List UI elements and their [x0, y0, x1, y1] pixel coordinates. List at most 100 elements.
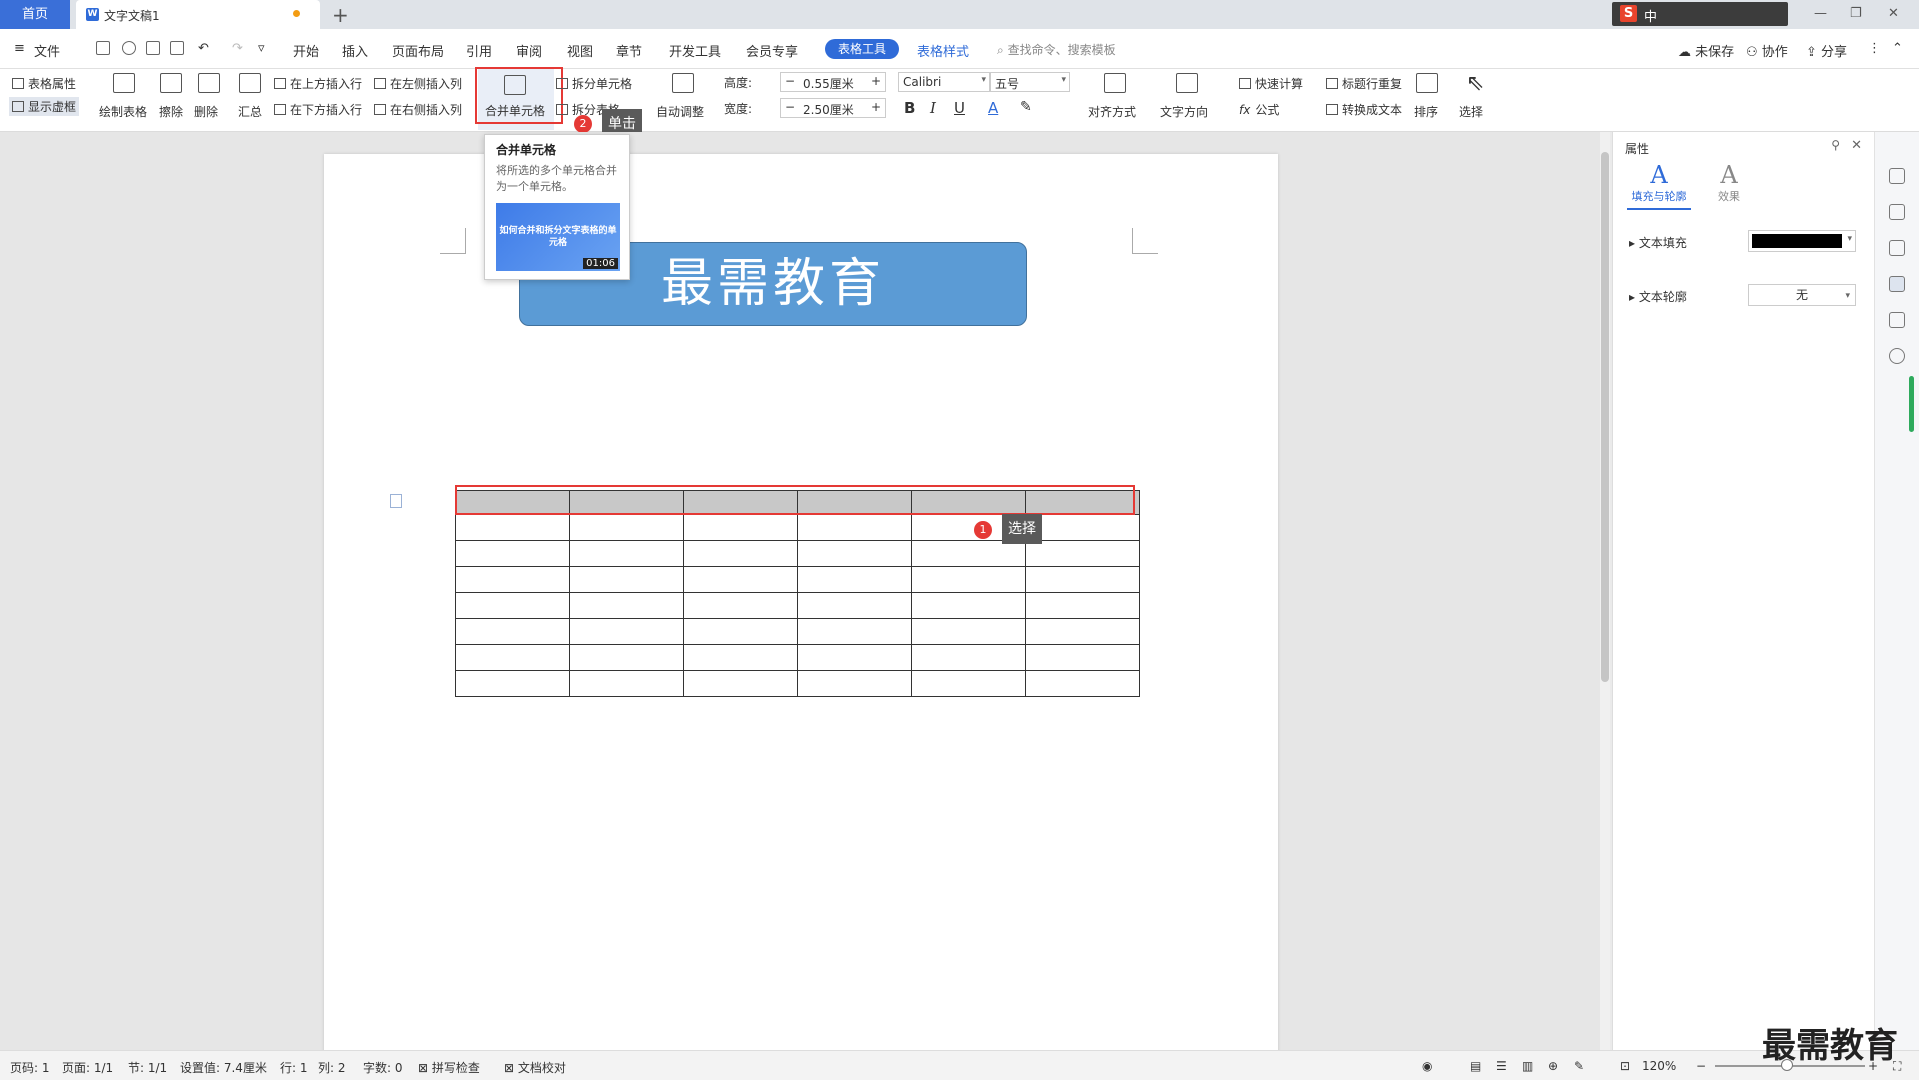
zoom-out-icon[interactable]: −: [1696, 1059, 1706, 1073]
print-preview-icon[interactable]: [170, 41, 184, 55]
formula-button[interactable]: fx 公式: [1239, 101, 1279, 118]
insert-row-below-button[interactable]: 在下方插入行: [274, 101, 362, 118]
format-painter-icon[interactable]: [122, 41, 136, 55]
highlight-color-icon[interactable]: ✎: [1020, 99, 1032, 115]
tutorial-video-thumbnail[interactable]: 如何合并和拆分文字表格的单元格 01:06: [496, 203, 620, 271]
menu-view[interactable]: 视图: [567, 41, 593, 60]
italic-icon[interactable]: I: [930, 99, 936, 117]
menu-developer[interactable]: 开发工具: [669, 41, 721, 60]
select-button[interactable]: 选择: [1459, 103, 1483, 120]
insert-col-right-button[interactable]: 在右侧插入列: [374, 101, 462, 118]
split-cells-button[interactable]: 拆分单元格: [556, 75, 632, 92]
text-fill-row[interactable]: ▸ 文本填充: [1629, 234, 1687, 251]
erase-button[interactable]: 擦除: [159, 103, 183, 120]
write-mode-icon[interactable]: ✎: [1574, 1059, 1584, 1073]
print-icon[interactable]: [146, 41, 160, 55]
delete-button[interactable]: 删除: [194, 103, 218, 120]
more-options-icon[interactable]: ⋮: [1868, 41, 1881, 56]
tab-table-style[interactable]: 表格样式: [917, 41, 969, 60]
page-view-icon[interactable]: ▤: [1470, 1059, 1481, 1073]
menu-references[interactable]: 引用: [466, 41, 492, 60]
save-icon[interactable]: [96, 41, 110, 55]
properties-header[interactable]: 属性: [1625, 140, 1649, 157]
rocket-icon[interactable]: [1889, 168, 1905, 184]
menu-insert[interactable]: 插入: [342, 41, 368, 60]
tab-table-tools[interactable]: 表格工具: [825, 39, 899, 59]
status-word-count[interactable]: 字数: 0: [363, 1059, 403, 1076]
ime-toolbar[interactable]: S 中: [1612, 2, 1788, 26]
help-icon[interactable]: [1889, 348, 1905, 364]
reading-view-icon[interactable]: ▥: [1522, 1059, 1533, 1073]
tab-document[interactable]: W 文字文稿1: [76, 0, 320, 29]
fit-page-icon[interactable]: ⊡: [1620, 1059, 1630, 1073]
redo-icon[interactable]: ↷: [232, 41, 243, 56]
tab-home[interactable]: 首页: [0, 0, 70, 29]
repeat-header-button[interactable]: 标题行重复: [1326, 75, 1402, 92]
width-decrease-button[interactable]: −: [781, 99, 799, 117]
bold-icon[interactable]: B: [904, 99, 915, 117]
font-name-select[interactable]: Calibri ▾: [898, 72, 990, 92]
show-gridlines-toggle[interactable]: 显示虚框: [9, 97, 80, 116]
status-section[interactable]: 节: 1/1: [128, 1059, 167, 1076]
undo-icon[interactable]: ↶: [198, 41, 209, 56]
width-stepper[interactable]: − 2.50厘米 +: [780, 98, 886, 118]
height-stepper[interactable]: − 0.55厘米 +: [780, 72, 886, 92]
align-button[interactable]: 对齐方式: [1088, 103, 1136, 120]
status-pages[interactable]: 页面: 1/1: [62, 1059, 113, 1076]
text-direction-button[interactable]: 文字方向: [1160, 103, 1208, 120]
text-fill-color-picker[interactable]: ▾: [1748, 230, 1856, 252]
menu-file[interactable]: 文件: [34, 41, 60, 60]
pin-icon[interactable]: ⚲: [1831, 138, 1840, 152]
collaborate-button[interactable]: ⚇ 协作: [1746, 41, 1788, 60]
width-increase-button[interactable]: +: [867, 99, 885, 117]
close-panel-icon[interactable]: ✕: [1851, 138, 1862, 153]
auto-fit-button[interactable]: 自动调整: [656, 103, 704, 120]
close-window-icon[interactable]: ✕: [1888, 6, 1899, 21]
convert-to-text-button[interactable]: 转换成文本: [1326, 101, 1402, 118]
sort-button[interactable]: 排序: [1414, 103, 1438, 120]
text-outline-row[interactable]: ▸ 文本轮廓: [1629, 288, 1687, 305]
ime-mode[interactable]: 中: [1644, 6, 1657, 25]
settings-sliders-icon[interactable]: [1889, 276, 1905, 292]
status-setting[interactable]: 设置值: 7.4厘米: [180, 1059, 267, 1076]
share-button[interactable]: ⇪ 分享: [1806, 41, 1847, 60]
underline-icon[interactable]: U: [954, 99, 965, 117]
spell-check-button[interactable]: ⊠ 拼写检查: [418, 1059, 480, 1076]
height-decrease-button[interactable]: −: [781, 73, 799, 91]
text-outline-select[interactable]: 无 ▾: [1748, 284, 1856, 306]
web-view-icon[interactable]: ⊕: [1548, 1059, 1558, 1073]
insert-col-left-button[interactable]: 在左侧插入列: [374, 75, 462, 92]
scrollbar-thumb[interactable]: [1601, 152, 1609, 682]
outline-view-icon[interactable]: ☰: [1496, 1059, 1507, 1073]
pen-icon[interactable]: [1889, 204, 1905, 220]
command-search[interactable]: ⌕ 查找命令、搜索模板: [997, 41, 1116, 58]
hamburger-icon[interactable]: ≡: [14, 41, 25, 56]
pointer-icon[interactable]: [1889, 240, 1905, 256]
width-value[interactable]: 2.50厘米: [803, 101, 854, 118]
insert-row-above-button[interactable]: 在上方插入行: [274, 75, 362, 92]
tab-effect[interactable]: A 效果: [1697, 162, 1761, 204]
menu-start[interactable]: 开始: [293, 41, 319, 60]
menu-review[interactable]: 审阅: [516, 41, 542, 60]
quick-calc-button[interactable]: 快速计算: [1239, 75, 1303, 92]
restore-icon[interactable]: ❐: [1850, 6, 1862, 21]
unsaved-cloud-button[interactable]: ☁ 未保存: [1678, 41, 1734, 60]
eye-protection-icon[interactable]: ◉: [1422, 1059, 1432, 1073]
table-properties-button[interactable]: 表格属性: [12, 75, 76, 92]
collapse-ribbon-icon[interactable]: ⌃: [1892, 41, 1903, 56]
draw-table-button[interactable]: 绘制表格: [99, 103, 147, 120]
status-page-number[interactable]: 页码: 1: [10, 1059, 50, 1076]
tab-fill-outline[interactable]: A 填充与轮廓: [1627, 162, 1691, 210]
summary-button[interactable]: 汇总: [238, 103, 262, 120]
vertical-scrollbar[interactable]: [1600, 132, 1610, 1050]
menu-chapter[interactable]: 章节: [616, 41, 642, 60]
zoom-level[interactable]: 120%: [1642, 1059, 1676, 1073]
font-size-select[interactable]: 五号 ▾: [990, 72, 1070, 92]
document-page[interactable]: 最需教育: [324, 154, 1278, 1054]
proofread-button[interactable]: ⊠ 文档校对: [504, 1059, 566, 1076]
customize-quick-access-icon[interactable]: ▿: [258, 41, 265, 56]
new-tab-button[interactable]: +: [332, 3, 349, 27]
height-value[interactable]: 0.55厘米: [803, 75, 854, 92]
menu-page-layout[interactable]: 页面布局: [392, 41, 444, 60]
height-increase-button[interactable]: +: [867, 73, 885, 91]
